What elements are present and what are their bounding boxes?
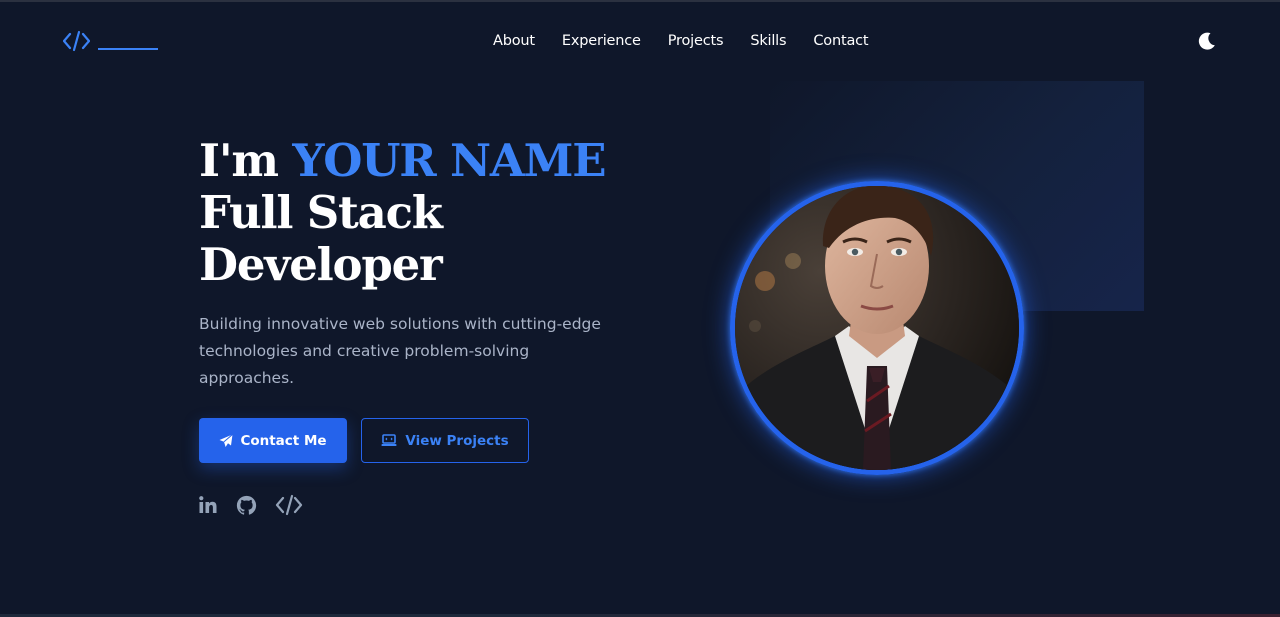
github-link[interactable] <box>236 495 257 521</box>
linkedin-icon <box>199 496 217 513</box>
hero-buttons: Contact Me View Projects <box>199 418 529 463</box>
social-links <box>198 494 303 521</box>
nav-item-experience[interactable]: Experience <box>562 33 641 49</box>
hero-name: YOUR NAME <box>292 134 606 187</box>
contact-me-label: Contact Me <box>240 432 327 449</box>
laptop-icon <box>381 434 397 446</box>
hero-role-line1: Full Stack <box>199 186 443 239</box>
profile-photo <box>730 181 1024 475</box>
nav-item-about[interactable]: About <box>493 33 535 49</box>
hero-heading: I'm YOUR NAME Full Stack Developer <box>199 135 639 291</box>
paper-plane-icon <box>219 433 234 447</box>
main-nav: About Experience Projects Skills Contact <box>493 33 869 49</box>
hero-description: Building innovative web solutions with c… <box>199 315 601 387</box>
nav-item-skills[interactable]: Skills <box>750 33 786 49</box>
nav-item-contact[interactable]: Contact <box>813 33 868 49</box>
hero-greeting: I'm <box>199 134 293 187</box>
portfolio-code-link[interactable] <box>275 494 303 521</box>
portrait-illustration <box>735 186 1019 470</box>
contact-me-button[interactable]: Contact Me <box>199 418 347 463</box>
code-icon <box>275 494 303 516</box>
linkedin-link[interactable] <box>198 495 218 520</box>
logo-underline <box>98 48 158 50</box>
theme-toggle-button[interactable] <box>1197 31 1217 51</box>
view-projects-label: View Projects <box>405 432 509 449</box>
hero-section: I'm YOUR NAME Full Stack Developer Build… <box>199 135 639 392</box>
logo[interactable] <box>63 30 158 52</box>
nav-item-projects[interactable]: Projects <box>668 33 724 49</box>
code-icon <box>63 30 90 52</box>
site-header: About Experience Projects Skills Contact <box>0 2 1280 80</box>
hero-role-line2: Developer <box>199 238 443 291</box>
github-icon <box>236 495 257 515</box>
moon-icon <box>1198 32 1215 50</box>
view-projects-button[interactable]: View Projects <box>361 418 529 463</box>
